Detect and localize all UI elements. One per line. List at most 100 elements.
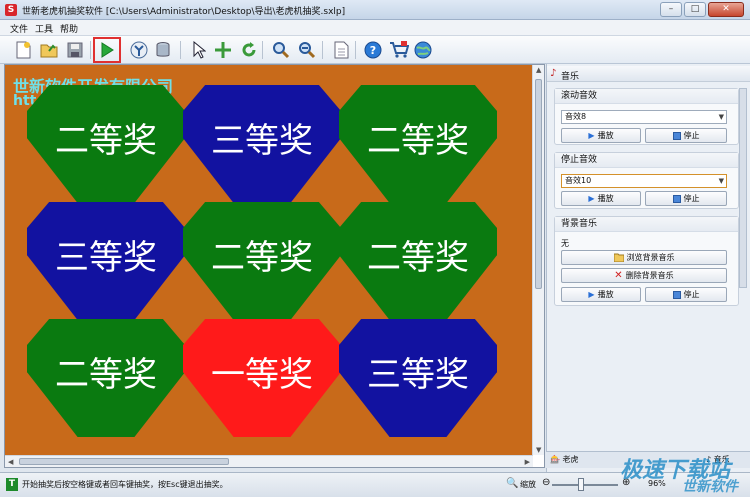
prize-label: 三等奖 [55, 237, 157, 278]
prize-label: 二等奖 [367, 120, 469, 161]
tab-tiger-label: 老虎 [562, 455, 579, 464]
stop-sound-select[interactable]: 音效10 ▼ [561, 174, 727, 188]
rolling-stop-button[interactable]: 停止 [645, 128, 727, 143]
vertical-scrollbar[interactable]: ▲ ▼ [532, 65, 544, 455]
horizontal-scroll-thumb[interactable] [19, 458, 229, 465]
rolling-play-button[interactable]: ▶ 播放 [561, 128, 641, 143]
pointer-icon[interactable] [188, 39, 210, 61]
rolling-stop-label: 停止 [683, 131, 700, 140]
panel-title: 音乐 [561, 72, 580, 82]
zoom-out-icon[interactable] [296, 39, 318, 61]
stop-icon [672, 194, 681, 203]
zoom-slider-handle[interactable] [578, 478, 584, 491]
toolbar: ? [0, 36, 750, 64]
prize-slot[interactable]: 二等奖 [27, 85, 185, 203]
scroll-right-icon[interactable]: ▶ [525, 458, 530, 466]
new-icon[interactable] [12, 39, 34, 61]
prize-label: 二等奖 [367, 237, 469, 278]
menu-file[interactable]: 文件 [10, 22, 28, 35]
watermark-sub: 世新软件 [682, 479, 738, 495]
bgm-play-button[interactable]: ▶ 播放 [561, 287, 641, 302]
move-icon[interactable] [212, 39, 234, 61]
page-icon[interactable] [330, 39, 352, 61]
zoom-slider[interactable] [552, 484, 618, 486]
play-icon: ▶ [588, 194, 595, 203]
rolling-sound-title: 滚动音效 [555, 89, 738, 104]
close-button[interactable]: ✕ [708, 2, 744, 17]
prize-slot[interactable]: 三等奖 [183, 85, 341, 203]
stop-sound-stop-button[interactable]: 停止 [645, 191, 727, 206]
status-text: 开始抽奖后按空格键或者回车键抽奖，按Esc键退出抽奖。 [22, 480, 228, 489]
stop-sound-group: 停止音效 音效10 ▼ ▶ 播放 停止 [554, 152, 739, 209]
cart-icon[interactable] [388, 39, 410, 61]
help-icon[interactable]: ? [362, 39, 384, 61]
delete-icon: ✕ [614, 270, 623, 281]
prize-label: 二等奖 [55, 120, 157, 161]
panel-header: ♪ 音乐 [547, 66, 750, 82]
delete-bgm-label: 删除背景音乐 [625, 271, 674, 280]
prize-label: 三等奖 [211, 120, 313, 161]
stop-sound-title: 停止音效 [555, 153, 738, 168]
folder-icon [613, 253, 624, 262]
rolling-sound-select[interactable]: 音效8 ▼ [561, 110, 727, 124]
svg-text:?: ? [370, 44, 376, 57]
bgm-group: 背景音乐 无 浏览背景音乐 ✕ 删除背景音乐 ▶ 播放 停止 [554, 216, 739, 306]
menu-help[interactable]: 帮助 [60, 22, 78, 35]
horizontal-scrollbar[interactable]: ◀ ▶ [5, 455, 533, 467]
chevron-down-icon: ▼ [718, 177, 724, 185]
window-title: 世新老虎机抽奖软件 [C:\Users\Administrator\Deskto… [22, 7, 346, 17]
stop-sound-play-button[interactable]: ▶ 播放 [561, 191, 641, 206]
prize-slot[interactable]: 二等奖 [27, 319, 185, 437]
magnifier-icon: 🔍 [506, 478, 519, 489]
rolling-sound-group: 滚动音效 音效8 ▼ ▶ 播放 停止 [554, 88, 739, 145]
vertical-scroll-thumb[interactable] [535, 79, 542, 289]
chevron-down-icon: ▼ [718, 113, 724, 121]
play-icon: ▶ [588, 131, 595, 140]
zoom-label: 缩放 [520, 480, 536, 489]
zoom-minus-icon[interactable]: ⊖ [542, 477, 550, 488]
prize-slot[interactable]: 一等奖 [183, 319, 341, 437]
minimize-button[interactable]: – [660, 2, 682, 17]
prize-slot[interactable]: 二等奖 [183, 202, 341, 320]
menu-bar: 文件 工具 帮助 [0, 20, 750, 36]
prize-label: 一等奖 [211, 354, 313, 395]
title-bar: S 世新老虎机抽奖软件 [C:\Users\Administrator\Desk… [0, 0, 750, 20]
stop-icon [672, 290, 681, 299]
scroll-left-icon[interactable]: ◀ [8, 458, 13, 466]
delete-bgm-button[interactable]: ✕ 删除背景音乐 [561, 268, 727, 283]
bgm-title: 背景音乐 [555, 217, 738, 232]
database-icon[interactable] [152, 39, 174, 61]
panel-scrollbar[interactable] [739, 88, 747, 288]
open-icon[interactable] [38, 39, 60, 61]
import-icon[interactable] [128, 39, 150, 61]
maximize-button[interactable]: □ [684, 2, 706, 17]
prize-slot[interactable]: 三等奖 [339, 319, 497, 437]
prize-label: 二等奖 [211, 237, 313, 278]
save-icon[interactable] [64, 39, 86, 61]
play-icon: ▶ [588, 290, 595, 299]
bgm-stop-button[interactable]: 停止 [645, 287, 727, 302]
tab-tiger[interactable]: 🎰 老虎 [550, 454, 579, 465]
slot-canvas[interactable]: 世新软件开发有限公司 htt 二等奖三等奖二等奖三等奖二等奖二等奖二等奖一等奖三… [5, 65, 533, 455]
scroll-up-icon[interactable]: ▲ [536, 66, 541, 74]
menu-tools[interactable]: 工具 [35, 22, 53, 35]
status-icon: T [6, 478, 18, 491]
stop-icon [672, 131, 681, 140]
design-area[interactable]: 世新软件开发有限公司 htt 二等奖三等奖二等奖三等奖二等奖二等奖二等奖一等奖三… [4, 64, 545, 468]
start-icon[interactable] [93, 37, 121, 63]
rolling-sound-value: 音效8 [565, 112, 587, 121]
zoom-in-icon[interactable] [270, 39, 292, 61]
stop-sound-stop-label: 停止 [683, 194, 700, 203]
prize-slot[interactable]: 二等奖 [339, 202, 497, 320]
scroll-down-icon[interactable]: ▼ [536, 446, 541, 454]
prize-slot[interactable]: 三等奖 [27, 202, 185, 320]
app-icon: S [5, 4, 17, 16]
browse-bgm-button[interactable]: 浏览背景音乐 [561, 250, 727, 265]
web-icon[interactable] [412, 39, 434, 61]
prize-slot[interactable]: 二等奖 [339, 85, 497, 203]
stop-sound-play-label: 播放 [597, 194, 614, 203]
music-note-icon: ♪ [550, 68, 557, 79]
rotate-icon[interactable] [238, 39, 260, 61]
prize-label: 二等奖 [55, 354, 157, 395]
prize-label: 三等奖 [367, 354, 469, 395]
